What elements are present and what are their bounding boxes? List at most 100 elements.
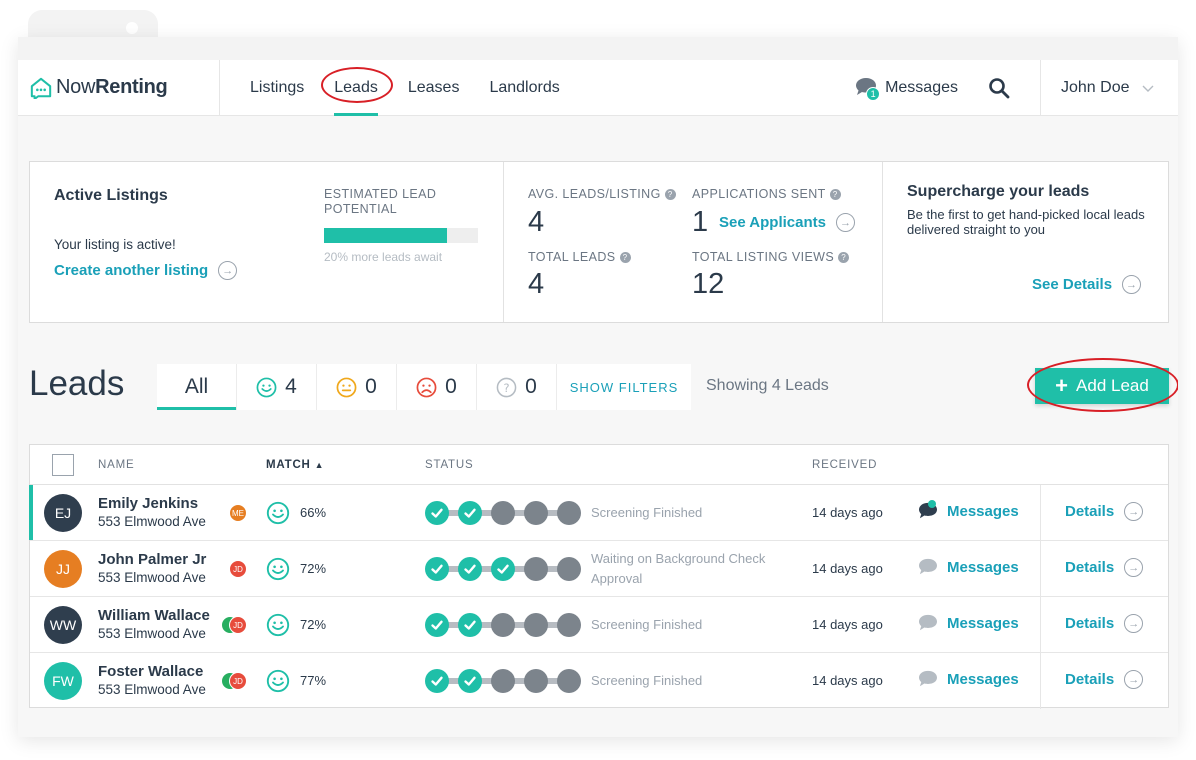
- select-all-checkbox[interactable]: [52, 454, 74, 476]
- see-details-text: See Details: [1032, 276, 1113, 293]
- arrow-right-icon: →: [1124, 558, 1144, 577]
- question-circle-icon: ?: [496, 377, 517, 397]
- table-row[interactable]: WW William Wallace 553 Elmwood Ave JD 72% Scr…: [30, 597, 1168, 653]
- nav-leases[interactable]: Leases: [408, 60, 460, 116]
- lead-name[interactable]: Emily Jenkins: [98, 495, 198, 512]
- row-details-label: Details: [1065, 559, 1115, 576]
- step-complete-icon: [425, 557, 449, 581]
- match-percent: 72%: [300, 617, 327, 632]
- step-pending-icon: [557, 501, 581, 525]
- table-row[interactable]: EJ Emily Jenkins 553 Elmwood Ave ME 66% Scree…: [29, 485, 1168, 541]
- table-body: EJ Emily Jenkins 553 Elmwood Ave ME 66% Scree…: [29, 485, 1168, 709]
- filter-unknown-count: 0: [525, 375, 537, 398]
- search-icon[interactable]: [988, 77, 1010, 99]
- active-listings-title: Active Listings: [54, 187, 168, 204]
- help-icon[interactable]: ?: [829, 189, 841, 200]
- step-pending-icon: [491, 501, 515, 525]
- row-details-link[interactable]: Details →: [1065, 558, 1144, 577]
- col-match-label: MATCH: [266, 459, 311, 471]
- smiley-happy-icon: [266, 557, 290, 581]
- arrow-right-icon: →: [1124, 670, 1144, 689]
- avg-leads-value: 4: [528, 206, 545, 238]
- received-time: 14 days ago: [812, 505, 883, 520]
- brand-logo[interactable]: NowRenting: [18, 59, 220, 116]
- nav-messages-label: Messages: [885, 79, 958, 96]
- assignee-badges: JD: [221, 616, 251, 634]
- match-percent: 72%: [300, 561, 327, 576]
- step-pending-icon: [524, 613, 548, 637]
- lead-name[interactable]: Foster Wallace: [98, 663, 203, 680]
- see-applicants-link[interactable]: See Applicants →: [719, 213, 855, 232]
- sort-asc-icon: ▲: [314, 460, 325, 470]
- avatar[interactable]: WW: [44, 606, 82, 644]
- screening-progress: [425, 557, 585, 581]
- chat-bubble-icon: [918, 500, 938, 520]
- step-complete-icon: [458, 669, 482, 693]
- smiley-happy-icon: [266, 613, 290, 637]
- lead-filter-bar: All 4 0 0 ? 0 SHOW FILTERS: [157, 364, 691, 410]
- stats-panel: Active Listings Your listing is active! …: [29, 161, 1169, 323]
- promo-title: Supercharge your leads: [907, 183, 1090, 200]
- create-listing-label: Create another listing →: [54, 261, 238, 280]
- col-received[interactable]: RECEIVED: [812, 459, 877, 471]
- avatar[interactable]: JJ: [44, 550, 82, 588]
- avatar[interactable]: FW: [44, 662, 82, 700]
- total-views-label-text: TOTAL LISTING VIEWS: [692, 250, 835, 264]
- create-listing-link[interactable]: Create another listing →: [54, 261, 238, 280]
- row-messages-link[interactable]: Messages: [918, 558, 1019, 576]
- lead-name[interactable]: John Palmer Jr: [98, 551, 206, 568]
- row-details-link[interactable]: Details →: [1065, 670, 1144, 689]
- lead-potential-label: ESTIMATED LEAD POTENTIAL: [324, 187, 437, 216]
- row-messages-link[interactable]: Messages: [918, 500, 1019, 520]
- assignee-badges: JD: [221, 672, 251, 690]
- row-details-link[interactable]: Details →: [1065, 614, 1144, 633]
- filter-neutral-count: 0: [365, 375, 377, 398]
- row-messages-link[interactable]: Messages: [918, 614, 1019, 632]
- lead-name[interactable]: William Wallace: [98, 607, 210, 624]
- row-details-label: Details: [1065, 503, 1115, 520]
- see-applicants-text: See Applicants: [719, 214, 826, 231]
- help-icon[interactable]: ?: [664, 189, 676, 200]
- col-name[interactable]: NAME: [98, 459, 134, 471]
- row-details-label: Details: [1065, 615, 1115, 632]
- filter-happy[interactable]: 4: [237, 364, 317, 410]
- apps-sent-value: 1: [692, 206, 709, 238]
- help-icon[interactable]: ?: [838, 252, 850, 263]
- step-pending-icon: [557, 669, 581, 693]
- user-menu[interactable]: John Doe: [1040, 60, 1178, 116]
- filter-unknown[interactable]: ? 0: [477, 364, 557, 410]
- nav-right: 1 Messages John Doe: [855, 60, 1178, 116]
- nav-listings[interactable]: Listings: [250, 60, 304, 116]
- create-listing-text: Create another listing: [54, 262, 209, 279]
- received-time: 14 days ago: [812, 561, 883, 576]
- show-filters-button[interactable]: SHOW FILTERS: [557, 364, 691, 410]
- col-status[interactable]: STATUS: [425, 459, 473, 471]
- help-icon[interactable]: ?: [619, 252, 631, 263]
- check-icon: [431, 620, 443, 630]
- leads-table: NAME MATCH ▲ STATUS RECEIVED EJ Emily Jen…: [29, 444, 1169, 709]
- status-text: Screening Finished: [591, 505, 703, 520]
- col-match[interactable]: MATCH ▲: [266, 459, 324, 471]
- nav-landlords[interactable]: Landlords: [489, 60, 559, 116]
- nav-messages[interactable]: 1 Messages: [855, 77, 958, 101]
- filter-neutral[interactable]: 0: [317, 364, 397, 410]
- lead-address: 553 Elmwood Ave: [98, 570, 206, 585]
- step-pending-icon: [524, 557, 548, 581]
- row-details-link[interactable]: Details →: [1065, 502, 1144, 521]
- received-time: 14 days ago: [812, 617, 883, 632]
- chat-bubble-icon: [918, 558, 938, 576]
- row-messages-link[interactable]: Messages: [918, 670, 1019, 688]
- table-row[interactable]: JJ John Palmer Jr 553 Elmwood Ave JD 72% Wait…: [30, 541, 1168, 597]
- filter-all[interactable]: All: [157, 364, 237, 410]
- smiley-happy-icon: [256, 377, 277, 397]
- filter-sad[interactable]: 0: [397, 364, 477, 410]
- step-pending-icon: [491, 613, 515, 637]
- table-row[interactable]: FW Foster Wallace 553 Elmwood Ave JD 77% Scre…: [30, 653, 1168, 709]
- match-percent: 77%: [300, 673, 327, 688]
- lead-address: 553 Elmwood Ave: [98, 626, 206, 641]
- received-time: 14 days ago: [812, 673, 883, 688]
- messages-count-badge: 1: [866, 87, 881, 101]
- avatar[interactable]: EJ: [44, 494, 82, 532]
- smiley-happy-icon: [266, 501, 290, 525]
- see-details-link[interactable]: See Details →: [1032, 275, 1142, 294]
